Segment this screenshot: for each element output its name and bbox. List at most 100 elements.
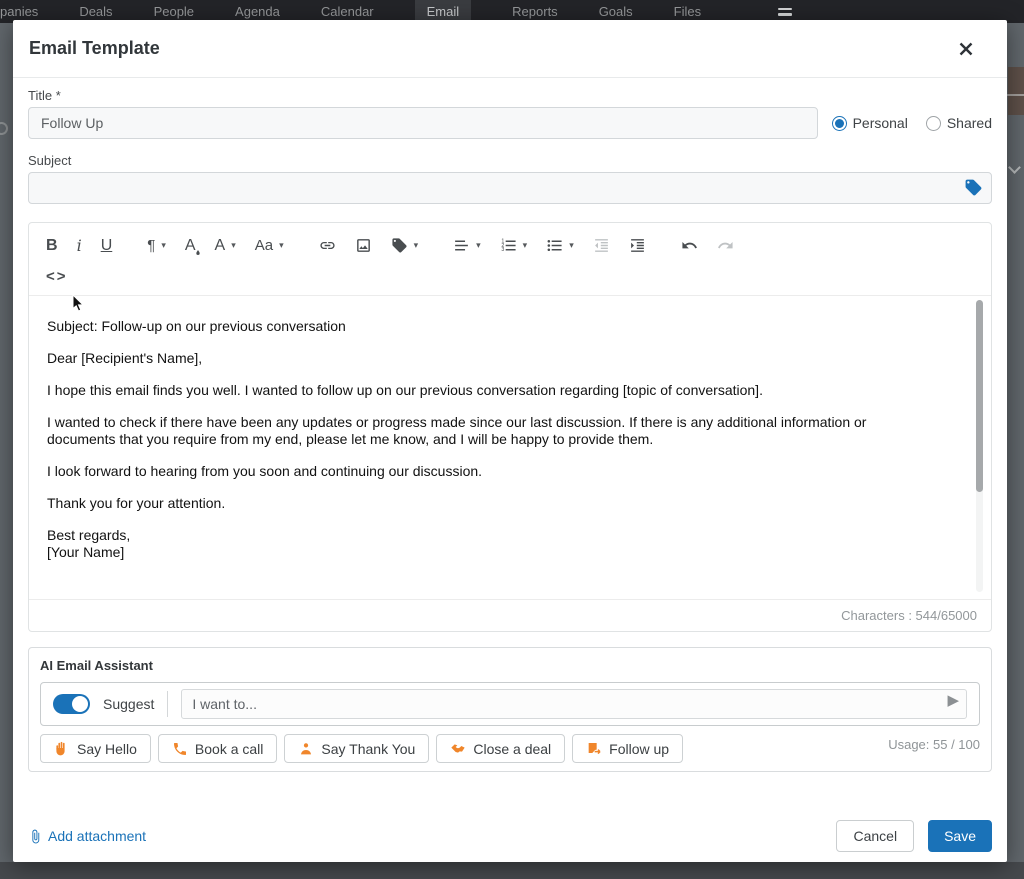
editor-scrollbar-track [976, 300, 983, 592]
outdent-icon [593, 237, 610, 254]
cancel-button[interactable]: Cancel [836, 820, 914, 852]
quick-action-label: Close a deal [473, 741, 551, 757]
image-icon [355, 237, 372, 254]
page-overlay-bottom [0, 862, 1024, 879]
quick-action-say-thank-you[interactable]: Say Thank You [284, 734, 429, 763]
suggest-toggle[interactable] [53, 694, 90, 714]
radio-shared-label: Shared [947, 115, 992, 131]
save-button[interactable]: Save [928, 820, 992, 852]
suggest-row: Suggest ▶ [40, 682, 980, 726]
subject-label: Subject [28, 153, 992, 168]
redo-icon [717, 237, 734, 254]
color-droplet-icon [194, 249, 202, 257]
close-icon[interactable] [955, 38, 977, 60]
person-icon [298, 741, 314, 757]
handshake-icon [450, 741, 466, 757]
italic-button[interactable]: i [76, 233, 83, 259]
radio-personal-control[interactable] [832, 116, 847, 131]
align-left-icon [453, 237, 470, 254]
ordered-list-button[interactable]: 123 ▾ [499, 233, 529, 259]
insert-link-button[interactable] [318, 233, 337, 259]
chevron-down-icon: ▾ [231, 240, 236, 251]
insert-tag-button[interactable]: ▾ [390, 233, 420, 259]
modal-header: Email Template [13, 20, 1007, 78]
editor-paragraph: Subject: Follow-up on our previous conve… [47, 318, 931, 335]
send-icon[interactable]: ▶ [947, 693, 959, 708]
underline-button[interactable]: U [100, 233, 114, 259]
quick-actions: Say Hello Book a call Say Thank You Close a… [40, 734, 683, 763]
unordered-list-icon [546, 237, 563, 254]
text-color-button[interactable]: A [184, 233, 197, 259]
code-view-icon: <> [46, 268, 68, 285]
editor-toolbar-row2: <> [29, 263, 991, 295]
add-attachment-label: Add attachment [48, 828, 146, 844]
underline-icon: U [101, 237, 113, 255]
outdent-button[interactable] [592, 233, 611, 259]
quick-action-label: Book a call [195, 741, 263, 757]
quick-action-say-hello[interactable]: Say Hello [40, 734, 151, 763]
editor-paragraph: I look forward to hearing from you soon … [47, 463, 931, 480]
insert-image-button[interactable] [354, 233, 373, 259]
svg-text:3: 3 [501, 247, 504, 253]
wave-hand-icon [54, 741, 70, 757]
editor-paragraph: I wanted to check if there have been any… [47, 414, 931, 448]
email-template-modal: Email Template Title * Personal Shared S… [13, 20, 1007, 862]
ai-prompt-input[interactable] [181, 689, 967, 719]
add-attachment-link[interactable]: Add attachment [28, 828, 146, 844]
italic-icon: i [77, 236, 82, 255]
background-divider-fragment [1007, 94, 1024, 96]
radio-personal-label: Personal [853, 115, 908, 131]
merge-tag-icon[interactable] [964, 178, 983, 197]
ordered-list-icon: 123 [500, 237, 517, 254]
bold-button[interactable]: B [45, 233, 59, 259]
radio-shared-control[interactable] [926, 116, 941, 131]
quick-action-follow-up[interactable]: Follow up [572, 734, 683, 763]
chevron-down-icon: ▾ [414, 240, 419, 251]
chevron-down-icon: ▾ [476, 240, 481, 251]
send-doc-icon [586, 741, 602, 757]
quick-action-label: Say Hello [77, 741, 137, 757]
paperclip-icon [28, 829, 43, 844]
indent-icon [629, 237, 646, 254]
phone-icon [172, 741, 188, 757]
page-title: Email Template [29, 38, 160, 59]
indent-button[interactable] [628, 233, 647, 259]
font-size-icon: Aa [255, 237, 273, 254]
unordered-list-button[interactable]: ▾ [545, 233, 575, 259]
suggest-label: Suggest [103, 696, 154, 712]
subject-input[interactable] [28, 172, 992, 204]
divider [167, 691, 168, 717]
code-view-button[interactable]: <> [45, 263, 69, 289]
redo-button[interactable] [716, 233, 735, 259]
editor-scrollbar-thumb[interactable] [976, 300, 983, 492]
paragraph-format-button[interactable]: ¶▾ [146, 233, 167, 259]
rich-text-editor: Bi U ¶▾ A A▾ Aa ▾ ▾ ▾ 123 ▾ ▾ <> Subject: Follow-up… [28, 222, 992, 632]
visibility-radio-group: Personal Shared [832, 115, 992, 131]
menu-icon[interactable] [778, 8, 792, 16]
font-family-button[interactable]: A▾ [214, 233, 237, 259]
title-input[interactable] [28, 107, 818, 139]
chevron-down-icon: ▾ [279, 240, 284, 251]
background-ring-fragment [0, 122, 8, 135]
chevron-down-icon: ▾ [523, 240, 528, 251]
quick-action-book-a-call[interactable]: Book a call [158, 734, 277, 763]
undo-button[interactable] [680, 233, 699, 259]
editor-content[interactable]: Subject: Follow-up on our previous conve… [29, 295, 991, 599]
ai-email-assistant-panel: AI Email Assistant Suggest ▶ Say HelloBo… [28, 647, 992, 772]
font-size-button[interactable]: Aa ▾ [254, 233, 285, 259]
usage-counter: Usage: 55 / 100 [888, 737, 980, 752]
editor-paragraph: Dear [Recipient's Name], [47, 350, 931, 367]
background-panel-fragment [1008, 67, 1024, 115]
radio-personal[interactable]: Personal [832, 115, 908, 131]
chevron-down-icon [1008, 161, 1021, 174]
quick-action-close-a-deal[interactable]: Close a deal [436, 734, 565, 763]
editor-paragraph: Best regards, [Your Name] [47, 527, 931, 561]
quick-action-label: Say Thank You [321, 741, 415, 757]
quick-action-label: Follow up [609, 741, 669, 757]
bold-icon: B [46, 237, 58, 255]
align-button[interactable]: ▾ [452, 233, 482, 259]
title-label: Title * [28, 88, 992, 103]
radio-shared[interactable]: Shared [926, 115, 992, 131]
editor-toolbar-row1: Bi U ¶▾ A A▾ Aa ▾ ▾ ▾ 123 ▾ ▾ [29, 223, 991, 263]
editor-paragraph: Thank you for your attention. [47, 495, 931, 512]
